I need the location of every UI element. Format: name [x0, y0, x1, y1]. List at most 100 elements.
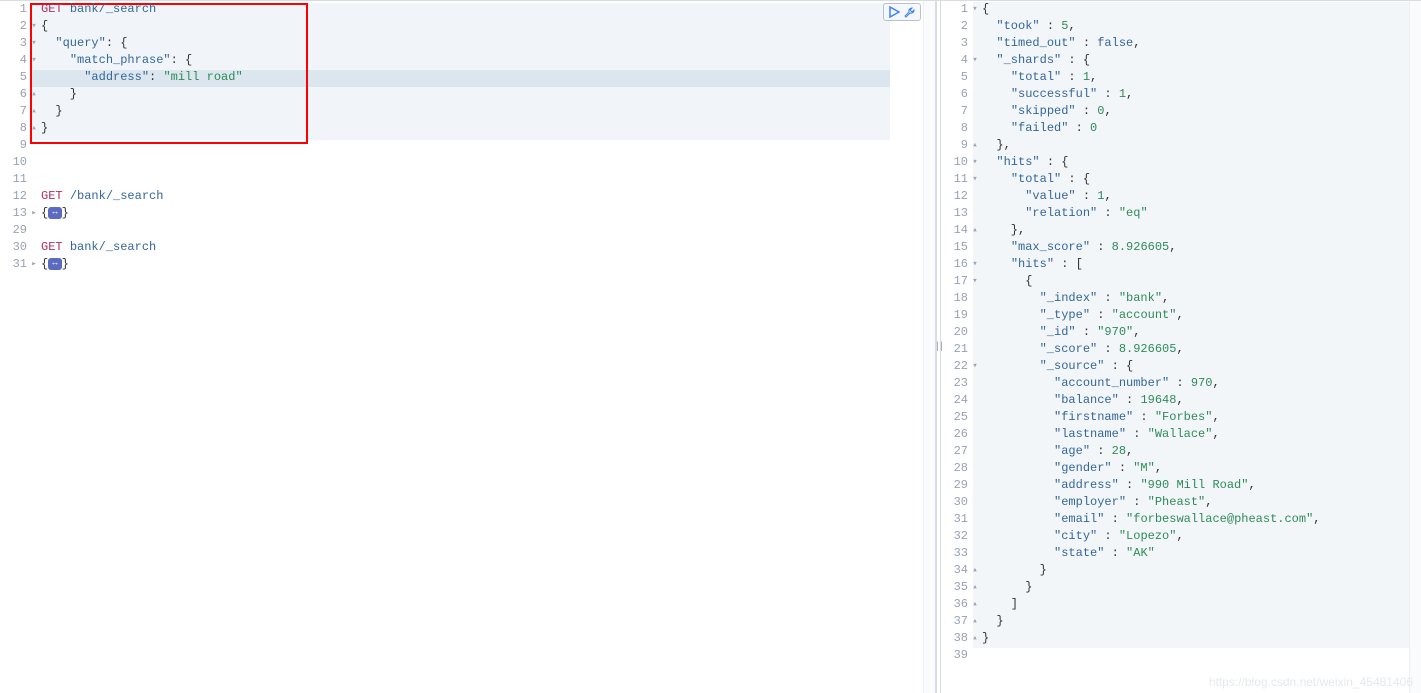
- fold-open-icon[interactable]: ▾: [29, 18, 39, 35]
- fold-close-icon[interactable]: ▴: [970, 630, 980, 647]
- code-line[interactable]: 19 "_type" : "account",: [941, 307, 1421, 324]
- line-content[interactable]: "_shards" : {: [980, 52, 1090, 69]
- code-line[interactable]: 23 "account_number" : 970,: [941, 375, 1421, 392]
- code-line[interactable]: 37▴ }: [941, 613, 1421, 630]
- fold-close-icon[interactable]: ▴: [970, 613, 980, 630]
- fold-open-icon[interactable]: ▾: [970, 256, 980, 273]
- code-line[interactable]: 33 "state" : "AK": [941, 545, 1421, 562]
- code-line[interactable]: 1GET bank/_search: [0, 1, 935, 18]
- code-line[interactable]: 7 "skipped" : 0,: [941, 103, 1421, 120]
- code-line[interactable]: 3 "timed_out" : false,: [941, 35, 1421, 52]
- code-line[interactable]: 29 "address" : "990 Mill Road",: [941, 477, 1421, 494]
- line-content[interactable]: GET bank/_search: [39, 239, 156, 256]
- code-line[interactable]: 24 "balance" : 19648,: [941, 392, 1421, 409]
- code-line[interactable]: 22▾ "_source" : {: [941, 358, 1421, 375]
- collapsed-fold-badge[interactable]: [48, 207, 61, 219]
- line-content[interactable]: {: [980, 1, 989, 18]
- code-line[interactable]: 3▾ "query": {: [0, 35, 935, 52]
- code-line[interactable]: 13 "relation" : "eq": [941, 205, 1421, 222]
- code-line[interactable]: 35▴ }: [941, 579, 1421, 596]
- code-line[interactable]: 30 "employer" : "Pheast",: [941, 494, 1421, 511]
- code-line[interactable]: 2 "took" : 5,: [941, 18, 1421, 35]
- fold-close-icon[interactable]: ▴: [970, 137, 980, 154]
- code-line[interactable]: 28 "gender" : "M",: [941, 460, 1421, 477]
- line-content[interactable]: "timed_out" : false,: [980, 35, 1140, 52]
- line-content[interactable]: }: [39, 103, 63, 120]
- code-line[interactable]: 15 "max_score" : 8.926605,: [941, 239, 1421, 256]
- code-line[interactable]: 12 "value" : 1,: [941, 188, 1421, 205]
- line-content[interactable]: "query": {: [39, 35, 127, 52]
- code-line[interactable]: 9: [0, 137, 935, 154]
- line-content[interactable]: "max_score" : 8.926605,: [980, 239, 1176, 256]
- code-line[interactable]: 5 "address": "mill road": [0, 69, 935, 86]
- fold-collapsed-icon[interactable]: ▸: [29, 256, 39, 273]
- code-line[interactable]: 31 "email" : "forbeswallace@pheast.com",: [941, 511, 1421, 528]
- line-content[interactable]: [39, 222, 41, 239]
- line-content[interactable]: "account_number" : 970,: [980, 375, 1220, 392]
- code-line[interactable]: 21 "_score" : 8.926605,: [941, 341, 1421, 358]
- code-line[interactable]: 30GET bank/_search: [0, 239, 935, 256]
- line-content[interactable]: },: [980, 137, 1011, 154]
- collapsed-fold-badge[interactable]: [48, 258, 61, 270]
- line-content[interactable]: [39, 154, 41, 171]
- code-line[interactable]: 34▴ }: [941, 562, 1421, 579]
- code-line[interactable]: 26 "lastname" : "Wallace",: [941, 426, 1421, 443]
- line-content[interactable]: "_type" : "account",: [980, 307, 1184, 324]
- code-line[interactable]: 17▾ {: [941, 273, 1421, 290]
- line-content[interactable]: {}: [39, 205, 69, 222]
- line-content[interactable]: "total" : 1,: [980, 69, 1097, 86]
- line-content[interactable]: }: [980, 562, 1047, 579]
- code-line[interactable]: 16▾ "hits" : [: [941, 256, 1421, 273]
- line-content[interactable]: "lastname" : "Wallace",: [980, 426, 1220, 443]
- fold-close-icon[interactable]: ▴: [970, 579, 980, 596]
- code-line[interactable]: 8 "failed" : 0: [941, 120, 1421, 137]
- code-line[interactable]: 12GET /bank/_search: [0, 188, 935, 205]
- code-line[interactable]: 38▴}: [941, 630, 1421, 647]
- code-line[interactable]: 6 "successful" : 1,: [941, 86, 1421, 103]
- line-content[interactable]: "address" : "990 Mill Road",: [980, 477, 1256, 494]
- code-line[interactable]: 27 "age" : 28,: [941, 443, 1421, 460]
- code-line[interactable]: 6▴ }: [0, 86, 935, 103]
- line-content[interactable]: "_score" : 8.926605,: [980, 341, 1184, 358]
- code-line[interactable]: 10▾ "hits" : {: [941, 154, 1421, 171]
- code-line[interactable]: 13▸{}: [0, 205, 935, 222]
- fold-open-icon[interactable]: ▾: [970, 273, 980, 290]
- fold-close-icon[interactable]: ▴: [970, 562, 980, 579]
- code-line[interactable]: 4▾ "_shards" : {: [941, 52, 1421, 69]
- line-content[interactable]: "city" : "Lopezo",: [980, 528, 1184, 545]
- fold-close-icon[interactable]: ▴: [29, 103, 39, 120]
- code-line[interactable]: 10: [0, 154, 935, 171]
- line-content[interactable]: "hits" : [: [980, 256, 1083, 273]
- line-content[interactable]: "balance" : 19648,: [980, 392, 1184, 409]
- code-line[interactable]: 2▾{: [0, 18, 935, 35]
- code-line[interactable]: 9▴ },: [941, 137, 1421, 154]
- request-code-area[interactable]: 1GET bank/_search2▾{3▾ "query": {4▾ "mat…: [0, 1, 935, 273]
- line-content[interactable]: "age" : 28,: [980, 443, 1133, 460]
- response-viewer-pane[interactable]: 1▾{2 "took" : 5,3 "timed_out" : false,4▾…: [941, 1, 1421, 693]
- line-content[interactable]: "address": "mill road": [39, 69, 243, 86]
- line-content[interactable]: "skipped" : 0,: [980, 103, 1112, 120]
- fold-close-icon[interactable]: ▴: [970, 596, 980, 613]
- code-line[interactable]: 25 "firstname" : "Forbes",: [941, 409, 1421, 426]
- line-content[interactable]: {}: [39, 256, 69, 273]
- fold-close-icon[interactable]: ▴: [29, 120, 39, 137]
- code-line[interactable]: 32 "city" : "Lopezo",: [941, 528, 1421, 545]
- fold-open-icon[interactable]: ▾: [970, 154, 980, 171]
- code-line[interactable]: 7▴ }: [0, 103, 935, 120]
- response-code-area[interactable]: 1▾{2 "took" : 5,3 "timed_out" : false,4▾…: [941, 1, 1421, 664]
- line-content[interactable]: }: [980, 613, 1004, 630]
- fold-close-icon[interactable]: ▴: [29, 86, 39, 103]
- line-content[interactable]: "_id" : "970",: [980, 324, 1140, 341]
- fold-open-icon[interactable]: ▾: [29, 52, 39, 69]
- line-content[interactable]: },: [980, 222, 1025, 239]
- fold-open-icon[interactable]: ▾: [970, 1, 980, 18]
- line-content[interactable]: ]: [980, 596, 1018, 613]
- line-content[interactable]: "gender" : "M",: [980, 460, 1162, 477]
- line-content[interactable]: "failed" : 0: [980, 120, 1097, 137]
- code-line[interactable]: 5 "total" : 1,: [941, 69, 1421, 86]
- line-content[interactable]: {: [39, 18, 48, 35]
- line-content[interactable]: "total" : {: [980, 171, 1090, 188]
- code-line[interactable]: 4▾ "match_phrase": {: [0, 52, 935, 69]
- line-content[interactable]: }: [980, 630, 989, 647]
- wrench-settings-icon[interactable]: [904, 6, 916, 18]
